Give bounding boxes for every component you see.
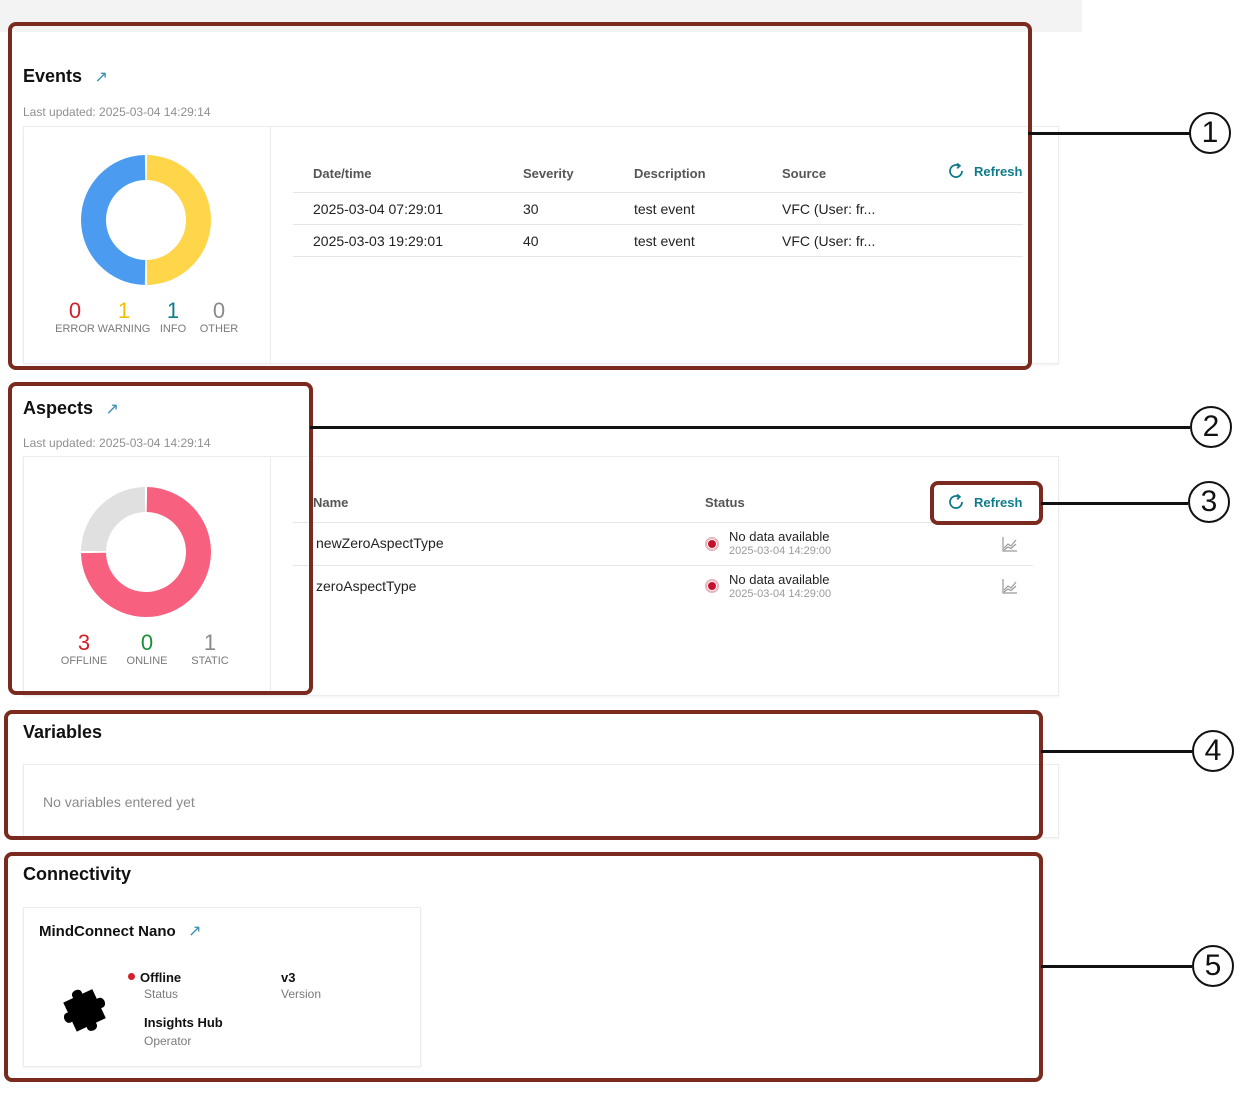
callout-line-2 bbox=[310, 426, 1190, 429]
highlight-frame-variables bbox=[4, 710, 1043, 840]
aspect-name: newZeroAspectType bbox=[316, 535, 444, 551]
offline-status-icon bbox=[705, 579, 719, 593]
callout-marker-2: 2 bbox=[1190, 406, 1232, 448]
chart-icon[interactable] bbox=[1001, 577, 1019, 595]
callout-line-3 bbox=[1041, 502, 1188, 505]
callout-marker-4: 4 bbox=[1192, 730, 1234, 772]
chart-icon[interactable] bbox=[1001, 535, 1019, 553]
aspect-status: No data available bbox=[729, 572, 830, 587]
aspect-status: No data available bbox=[729, 529, 830, 544]
table-row[interactable]: zeroAspectType No data available 2025-03… bbox=[293, 566, 1033, 608]
highlight-frame-refresh bbox=[930, 481, 1043, 525]
highlight-frame-events bbox=[8, 22, 1032, 370]
table-row[interactable]: newZeroAspectType No data available 2025… bbox=[293, 523, 1033, 565]
callout-marker-3: 3 bbox=[1188, 481, 1230, 523]
callout-line-5 bbox=[1041, 965, 1192, 968]
aspect-status-time: 2025-03-04 14:29:00 bbox=[729, 545, 832, 557]
aspect-name: zeroAspectType bbox=[316, 578, 417, 594]
callout-line-4 bbox=[1041, 750, 1192, 753]
highlight-frame-connectivity bbox=[4, 852, 1043, 1082]
aspects-col-name[interactable]: Name bbox=[313, 495, 348, 510]
aspect-status-time: 2025-03-04 14:29:00 bbox=[729, 588, 832, 600]
aspects-col-status[interactable]: Status bbox=[705, 495, 745, 510]
highlight-frame-aspects bbox=[8, 382, 313, 695]
callout-marker-1: 1 bbox=[1189, 112, 1231, 154]
callout-line-1 bbox=[1028, 132, 1190, 135]
offline-status-icon bbox=[705, 537, 719, 551]
callout-marker-5: 5 bbox=[1192, 945, 1234, 987]
